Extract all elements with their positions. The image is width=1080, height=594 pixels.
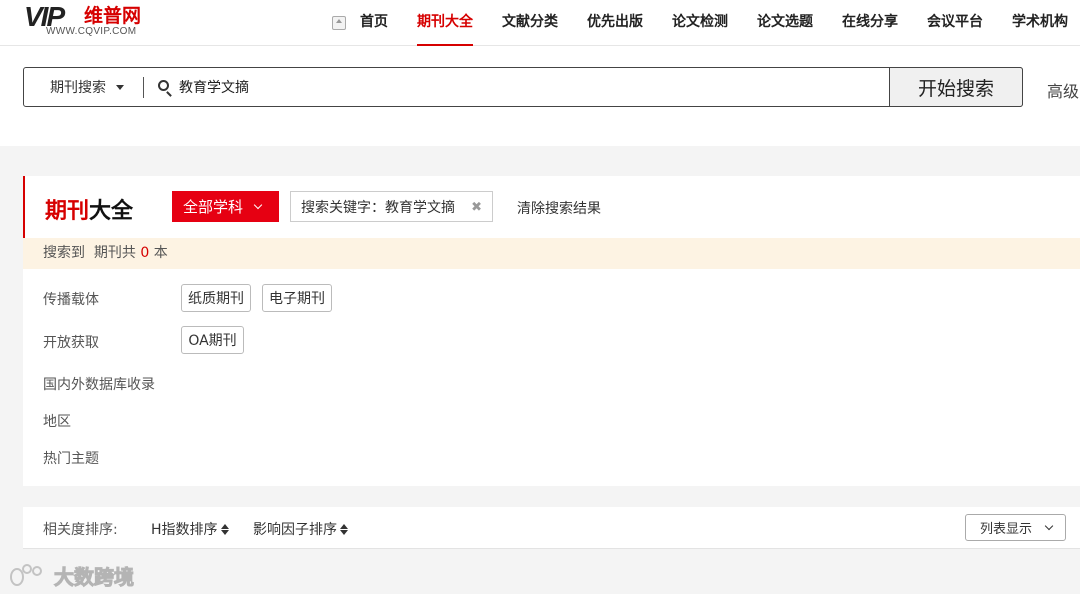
nav-item-priority-publish[interactable]: 优先出版 <box>587 0 643 46</box>
clear-results-link[interactable]: 清除搜索结果 <box>517 198 601 218</box>
filter-chip-electronic[interactable]: 电子期刊 <box>262 284 332 312</box>
chevron-down-icon <box>253 200 263 209</box>
nav-item-topic-selection[interactable]: 论文选题 <box>757 0 813 46</box>
divider <box>143 77 144 98</box>
journal-panel: 期刊大全 全部学科 搜索关键字：教育学文摘 ✖ 清除搜索结果 搜索到 期刊共 0… <box>23 176 1080 486</box>
filter-chip-print[interactable]: 纸质期刊 <box>181 284 251 312</box>
nav-item-conference[interactable]: 会议平台 <box>927 0 983 46</box>
nav-item-categories[interactable]: 文献分类 <box>502 0 558 46</box>
top-header: VIP 维普网 WWW.CQVIP.COM 首页 期刊大全 文献分类 优先出版 … <box>0 0 1080 46</box>
search-section: 期刊搜索 开始搜索 高级 <box>0 46 1080 146</box>
keyword-tag: 搜索关键字：教育学文摘 ✖ <box>290 191 493 222</box>
chevron-down-icon <box>1044 521 1054 530</box>
search-scope-dropdown[interactable]: 期刊搜索 <box>24 68 144 106</box>
search-box: 期刊搜索 开始搜索 <box>23 67 1023 107</box>
nav-item-paper-check[interactable]: 论文检测 <box>672 0 728 46</box>
logo-name: 维普网 <box>84 5 142 27</box>
logo-url: WWW.CQVIP.COM <box>46 26 137 37</box>
start-search-button[interactable]: 开始搜索 <box>889 67 1023 107</box>
sort-impact-factor[interactable]: 影响因子排序 <box>253 519 348 539</box>
sort-bar: 相关度排序: H指数排序 影响因子排序 列表显示 <box>23 507 1080 549</box>
nav-item-online-share[interactable]: 在线分享 <box>842 0 898 46</box>
subject-filter-button[interactable]: 全部学科 <box>172 191 279 222</box>
search-scope-label: 期刊搜索 <box>50 80 106 96</box>
watermark: 大数跨境 <box>8 561 135 590</box>
close-icon[interactable]: ✖ <box>471 200 482 215</box>
site-logo[interactable]: VIP 维普网 WWW.CQVIP.COM <box>24 2 154 42</box>
search-input[interactable] <box>179 68 879 106</box>
panel-titlebar: 期刊大全 全部学科 搜索关键字：教育学文摘 ✖ 清除搜索结果 <box>23 176 1080 238</box>
sort-h-index[interactable]: H指数排序 <box>151 519 229 539</box>
main-nav: 首页 期刊大全 文献分类 优先出版 论文检测 论文选题 在线分享 会议平台 学术… <box>332 0 1080 46</box>
sort-icon <box>220 523 229 535</box>
search-icon <box>158 80 169 91</box>
page-title: 期刊大全 <box>45 199 134 224</box>
filter-label-region: 地区 <box>43 414 71 430</box>
result-summary: 搜索到 期刊共 0 本 <box>23 238 1080 269</box>
nav-item-institutions[interactable]: 学术机构 <box>1012 0 1068 46</box>
watermark-text: 大数跨境 <box>54 565 135 590</box>
home-icon[interactable] <box>332 16 346 30</box>
advanced-search-link[interactable]: 高级 <box>1047 78 1079 102</box>
filter-label-hot-topics: 热门主题 <box>43 451 99 467</box>
sort-relevance[interactable]: 相关度排序: <box>43 519 118 539</box>
caret-down-icon <box>116 84 124 90</box>
nav-item-journals[interactable]: 期刊大全 <box>417 0 473 46</box>
nav-item-home[interactable]: 首页 <box>360 0 388 46</box>
filter-chip-oa[interactable]: OA期刊 <box>181 326 244 354</box>
result-count: 0 <box>140 245 150 261</box>
sort-icon <box>340 523 348 535</box>
view-mode-select[interactable]: 列表显示 <box>965 514 1066 541</box>
watermark-logo-icon <box>8 563 48 588</box>
filter-label-open-access: 开放获取 <box>43 335 99 351</box>
filter-label-carrier: 传播载体 <box>43 292 99 308</box>
filter-label-databases: 国内外数据库收录 <box>43 377 155 393</box>
